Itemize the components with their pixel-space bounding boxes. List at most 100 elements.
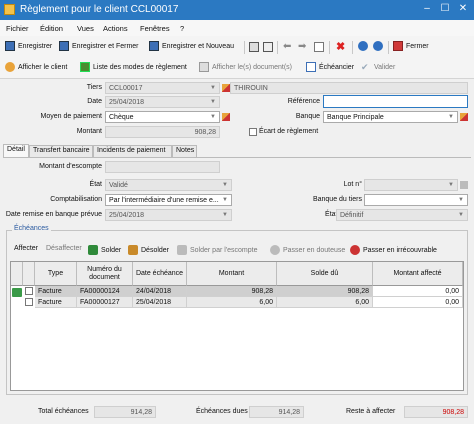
save-button[interactable]: Enregistrer — [5, 41, 52, 51]
print-icon[interactable] — [249, 42, 259, 52]
close-form-label: Fermer — [406, 42, 429, 50]
desaffecter-button[interactable]: Désaffecter — [46, 245, 82, 252]
date-remise-label: Date remise en banque prévue — [5, 211, 102, 218]
print-preview-icon[interactable] — [263, 42, 273, 52]
passer-douteuse-button[interactable]: Passer en douteuse — [270, 245, 345, 255]
window-title: Règlement pour le client CCL00017 — [20, 4, 179, 15]
banque-tiers-select[interactable]: ▼ — [364, 194, 468, 206]
toolbar-separator — [329, 41, 330, 54]
copy-icon[interactable] — [314, 42, 324, 52]
tab-notes[interactable]: Notes — [172, 145, 197, 157]
pencil-icon[interactable] — [460, 113, 468, 121]
col-numero[interactable]: Numéro du document — [77, 262, 133, 286]
desaffecter-label: Désaffecter — [46, 245, 82, 252]
reference-input[interactable] — [323, 95, 468, 108]
echeancier-button[interactable]: Échéancier — [306, 62, 354, 72]
date-field[interactable]: 25/04/2018 ▼ — [105, 96, 220, 108]
exit-icon — [393, 41, 403, 51]
valider-button[interactable]: ✔ Valider — [361, 62, 395, 72]
col-type[interactable]: Type — [35, 262, 77, 286]
chevron-down-icon: ▼ — [222, 212, 228, 218]
afficher-client-button[interactable]: Afficher le client — [5, 62, 67, 72]
etat-impaye-value: Définitif — [340, 212, 364, 219]
discount-icon — [177, 245, 187, 255]
menu-fichier[interactable]: Fichier — [6, 24, 29, 33]
passer-irrecouvrable-button[interactable]: Passer en irrécouvrable — [350, 245, 437, 255]
next-icon[interactable] — [373, 41, 383, 51]
title-bar: Règlement pour le client CCL00017 – ☐ ✕ — [0, 0, 474, 20]
previous-icon[interactable] — [358, 41, 368, 51]
tiers-code-field[interactable]: CCL00017 ▼ — [105, 82, 220, 94]
row-checkbox[interactable] — [25, 298, 33, 306]
comptabilisation-select[interactable]: Par l'intermédiaire d'une remise e... ▼ — [105, 194, 232, 206]
solder-button[interactable]: Solder — [88, 245, 121, 255]
chevron-down-icon: ▼ — [210, 114, 216, 120]
arrow-right-icon[interactable]: ➡ — [298, 41, 306, 52]
tab-transfert-bancaire[interactable]: Transfert bancaire — [29, 145, 93, 157]
moyen-paiement-label: Moyen de paiement — [40, 113, 102, 120]
maximize-button[interactable]: ☐ — [438, 2, 452, 16]
ecart-checkbox[interactable] — [249, 128, 257, 136]
coins-icon — [88, 245, 98, 255]
moyen-paiement-select[interactable]: Chèque ▼ — [105, 111, 220, 123]
solder-escompte-label: Solder par l'escompte — [190, 246, 258, 254]
afficher-documents-button[interactable]: Afficher le(s) document(s) — [199, 62, 292, 72]
tab-incidents-paiement[interactable]: Incidents de paiement — [93, 145, 172, 157]
banque-select[interactable]: Banque Principale ▼ — [323, 111, 458, 123]
toolbar-separator — [277, 41, 278, 54]
tab-detail[interactable]: Détail — [3, 144, 29, 157]
cell-montant-affecte[interactable]: 0,00 — [373, 297, 463, 308]
close-form-button[interactable]: Fermer — [393, 41, 429, 51]
col-montant-affecte[interactable]: Montant affecté — [373, 262, 463, 286]
cell-type: Facture — [35, 286, 77, 297]
col-montant[interactable]: Montant — [187, 262, 277, 286]
chevron-down-icon: ▼ — [458, 212, 464, 218]
etat-label: État — [89, 181, 102, 188]
cell-montant-affecte[interactable]: 0,00 — [373, 286, 463, 297]
chevron-down-icon: ▼ — [448, 182, 454, 188]
delete-icon[interactable]: ✖ — [336, 40, 345, 53]
col-date-echeance[interactable]: Date échéance — [133, 262, 187, 286]
comptabilisation-value: Par l'intermédiaire d'une remise e... — [109, 197, 219, 204]
save-close-label: Enregistrer et Fermer — [72, 42, 139, 50]
solder-escompte-button[interactable]: Solder par l'escompte — [177, 245, 257, 255]
grid-select-header — [23, 262, 35, 286]
tiers-label: Tiers — [86, 84, 102, 91]
passer-irrecouvrable-label: Passer en irrécouvrable — [363, 246, 437, 254]
banque-tiers-label: Banque du tiers — [312, 196, 362, 203]
tiers-name-field: THIROUIN — [230, 82, 468, 94]
menu-fenetres[interactable]: Fenêtres — [140, 24, 170, 33]
desolder-label: Désolder — [141, 246, 170, 254]
ecart-label: Écart de règlement — [259, 128, 319, 135]
cell-date: 25/04/2018 — [133, 297, 187, 308]
valider-label: Valider — [374, 63, 396, 71]
save-close-button[interactable]: Enregistrer et Fermer — [59, 41, 139, 51]
menu-edition[interactable]: Édition — [40, 24, 63, 33]
echeances-dues-value: 914,28 — [249, 406, 304, 418]
pencil-icon[interactable] — [222, 84, 230, 92]
col-solde[interactable]: Solde dû — [277, 262, 373, 286]
pencil-icon[interactable] — [222, 113, 230, 121]
menu-vues[interactable]: Vues — [77, 24, 94, 33]
liste-modes-button[interactable]: Liste des modes de règlement — [80, 62, 187, 72]
app-icon — [4, 4, 15, 15]
echeances-title: Échéances — [12, 225, 51, 232]
minimize-button[interactable]: – — [420, 2, 434, 16]
desolder-button[interactable]: Désolder — [128, 245, 169, 255]
menu-help[interactable]: ? — [180, 24, 184, 33]
row-indicator-icon — [12, 288, 22, 297]
row-checkbox[interactable] — [25, 287, 33, 295]
toolbar-separator — [244, 41, 245, 54]
reste-affecter-value: 908,28 — [404, 406, 468, 418]
total-echeances-value: 914,28 — [94, 406, 156, 418]
date-remise-field: 25/04/2018 ▼ — [105, 209, 232, 221]
menu-actions[interactable]: Actions — [103, 24, 128, 33]
close-button[interactable]: ✕ — [456, 2, 470, 16]
save-new-button[interactable]: Enregistrer et Nouveau — [149, 41, 234, 51]
chevron-down-icon: ▼ — [222, 182, 228, 188]
solder-label: Solder — [101, 246, 122, 254]
affecter-button[interactable]: Affecter — [14, 245, 38, 252]
tiers-code-value: CCL00017 — [109, 85, 143, 92]
arrow-left-icon[interactable]: ⬅ — [283, 41, 291, 52]
montant-label: Montant — [76, 128, 102, 135]
